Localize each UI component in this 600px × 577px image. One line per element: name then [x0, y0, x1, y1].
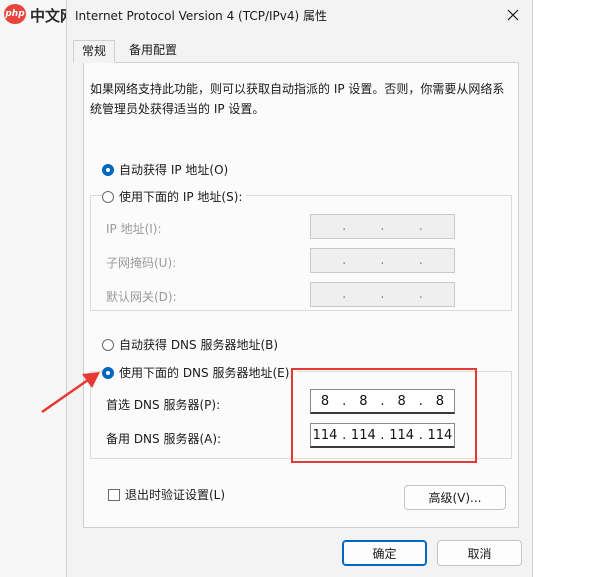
tab-general[interactable]: 常规 — [73, 40, 116, 63]
radio-indicator — [102, 338, 114, 351]
close-button[interactable] — [499, 2, 527, 28]
description-text: 如果网络支持此功能，则可以获取自动指派的 IP 设置。否则，你需要从网络系统管理… — [90, 82, 505, 116]
window-title: Internet Protocol Version 4 (TCP/IPv4) 属… — [75, 9, 328, 23]
subnet-mask-input[interactable]: ... — [310, 248, 455, 273]
checkbox-box — [108, 488, 120, 501]
radio-indicator — [102, 163, 114, 176]
tab-alternate-config[interactable]: 备用配置 — [121, 40, 185, 62]
arrow-icon — [41, 372, 100, 414]
validate-on-exit-label: 退出时验证设置(L) — [125, 488, 226, 502]
default-gateway-label: 默认网关(D): — [106, 290, 177, 304]
radio-indicator — [102, 190, 114, 203]
background-left — [0, 0, 66, 577]
ip-address-input[interactable]: ... — [310, 214, 455, 239]
radio-ip-manual[interactable]: 使用下面的 IP 地址(S): — [102, 188, 247, 205]
background-right — [533, 0, 600, 577]
close-icon — [507, 9, 519, 21]
subnet-mask-label: 子网掩码(U): — [106, 256, 177, 270]
ok-button[interactable]: 确定 — [342, 540, 427, 566]
preferred-dns-label: 首选 DNS 服务器(P): — [106, 398, 221, 412]
cancel-button[interactable]: 取消 — [437, 540, 522, 566]
validate-on-exit-checkbox[interactable]: 退出时验证设置(L) — [108, 486, 225, 503]
radio-ip-auto[interactable]: 自动获得 IP 地址(O) — [102, 161, 228, 178]
advanced-button[interactable]: 高级(V)... — [404, 485, 506, 510]
radio-dns-manual-label: 使用下面的 DNS 服务器地址(E): — [119, 366, 294, 380]
alternate-dns-label: 备用 DNS 服务器(A): — [106, 432, 222, 446]
title-bar: Internet Protocol Version 4 (TCP/IPv4) 属… — [67, 0, 532, 30]
dns-highlight-box — [291, 368, 477, 463]
radio-dns-manual[interactable]: 使用下面的 DNS 服务器地址(E): — [102, 364, 298, 381]
radio-dns-auto-label: 自动获得 DNS 服务器地址(B) — [119, 338, 279, 352]
properties-dialog: Internet Protocol Version 4 (TCP/IPv4) 属… — [66, 0, 533, 577]
radio-ip-manual-label: 使用下面的 IP 地址(S): — [119, 190, 243, 204]
radio-ip-auto-label: 自动获得 IP 地址(O) — [119, 163, 229, 177]
default-gateway-input[interactable]: ... — [310, 282, 455, 307]
watermark-badge: php — [4, 4, 26, 24]
radio-dns-auto[interactable]: 自动获得 DNS 服务器地址(B) — [102, 336, 278, 353]
ip-address-label: IP 地址(I): — [106, 222, 162, 236]
